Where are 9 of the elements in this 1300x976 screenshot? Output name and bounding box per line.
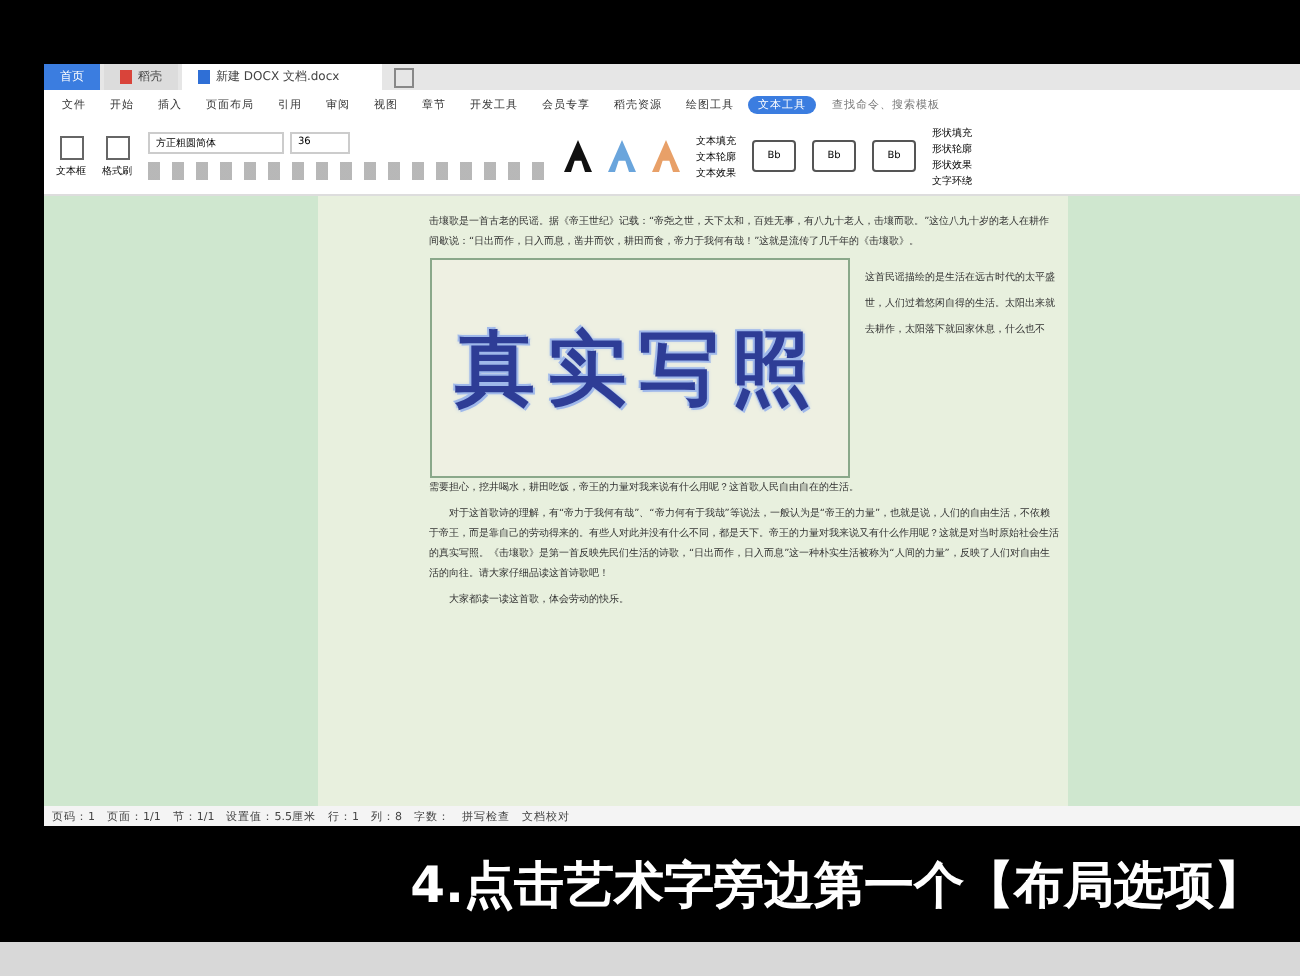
wordart-style-icon[interactable]	[564, 140, 592, 172]
new-tab-icon[interactable]	[394, 67, 414, 87]
document-icon	[198, 70, 210, 84]
wordart-frame[interactable]: 真实写照	[429, 258, 849, 478]
tool-icon	[59, 135, 83, 159]
document-icon	[120, 70, 132, 84]
tool-icon	[105, 135, 129, 159]
wordart-text: 真实写照	[455, 321, 823, 419]
caption-text: 4.点击艺术字旁边第一个【布局选项】	[410, 853, 1264, 917]
